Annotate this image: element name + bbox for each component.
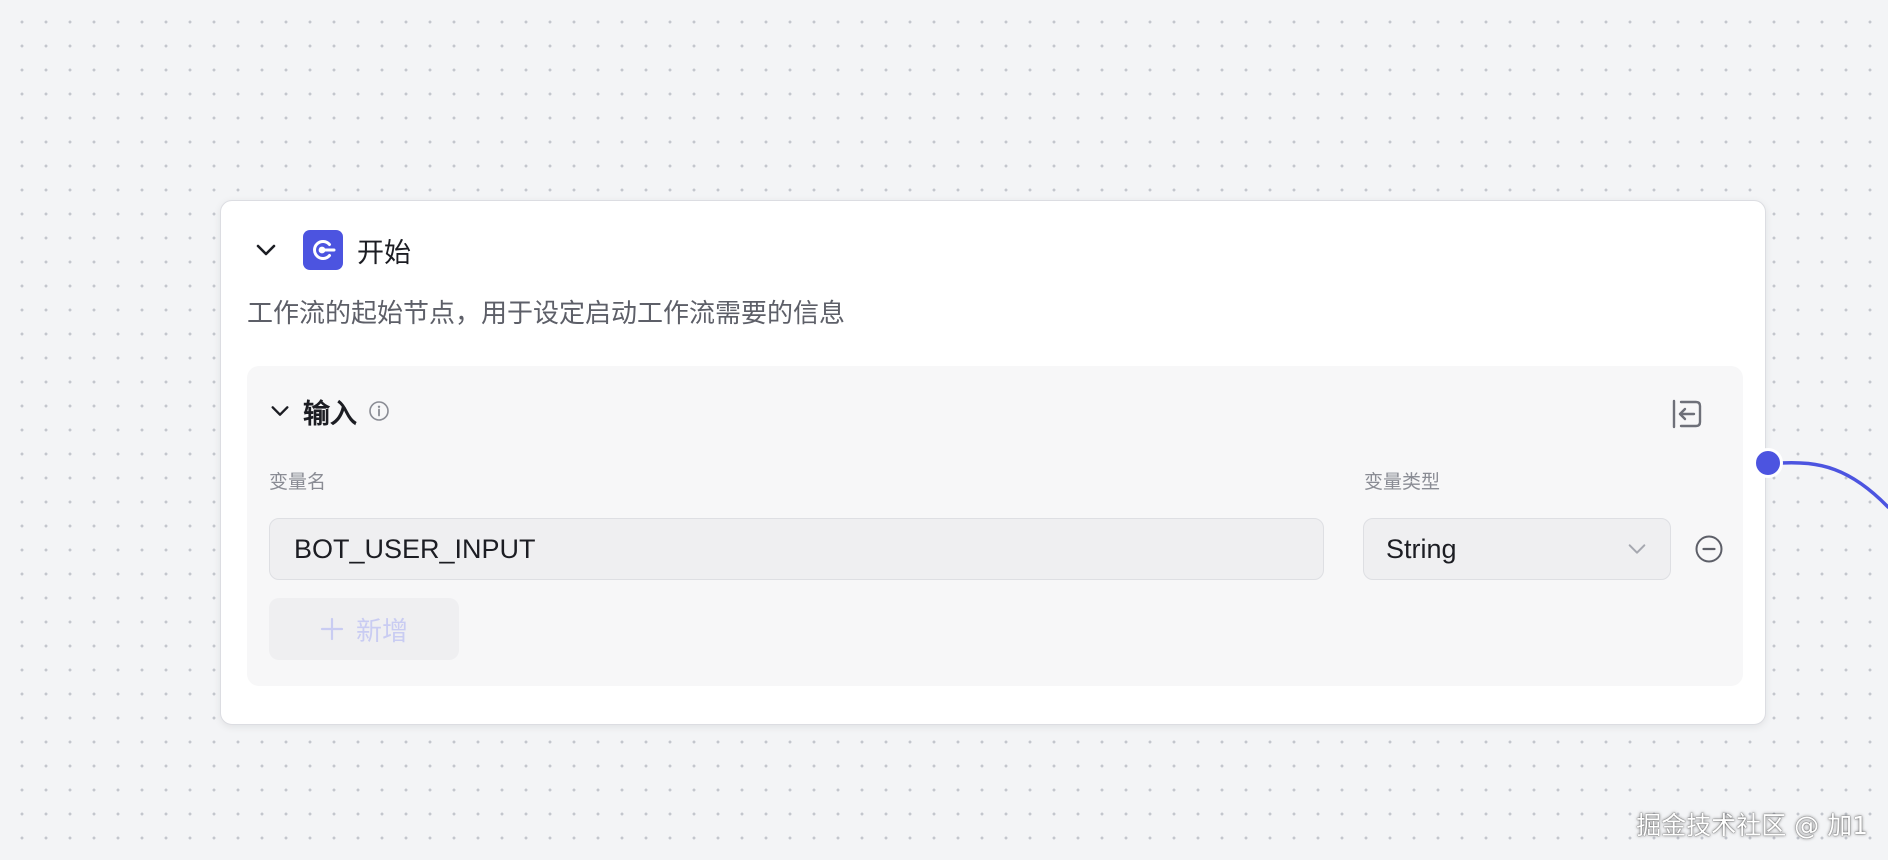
collapse-node-button[interactable] [253, 237, 279, 263]
variable-type-value: String [1386, 533, 1457, 564]
output-port[interactable] [1753, 448, 1783, 478]
info-icon[interactable] [367, 399, 391, 423]
node-title: 开始 [357, 237, 411, 269]
add-variable-button[interactable]: 新增 [269, 598, 459, 660]
connection-edge [1780, 460, 1888, 509]
variable-type-select[interactable]: String [1363, 518, 1671, 580]
minus-circle-icon [1695, 535, 1723, 563]
import-icon [1672, 399, 1702, 429]
input-section-title: 输入 [303, 398, 357, 430]
variable-name-input[interactable] [269, 518, 1324, 580]
import-variables-button[interactable] [1669, 396, 1705, 432]
chevron-down-icon [256, 244, 276, 256]
workflow-start-icon [303, 230, 343, 270]
chevron-down-icon[interactable] [269, 400, 291, 422]
variable-name-column-label: 变量名 [269, 471, 327, 493]
watermark: 掘金技术社区 @ 加1 [1636, 811, 1868, 840]
input-section: 输入 变量名 变量类型 String [247, 366, 1743, 686]
plus-icon [320, 617, 344, 641]
start-node-card[interactable]: 开始 工作流的起始节点，用于设定启动工作流需要的信息 输入 变量名 变量类型 B… [220, 200, 1766, 725]
chevron-down-icon [1628, 544, 1646, 554]
remove-variable-button[interactable] [1693, 533, 1725, 565]
variable-type-column-label: 变量类型 [1364, 471, 1441, 493]
input-section-header[interactable]: 输入 [269, 394, 391, 430]
node-description: 工作流的起始节点，用于设定启动工作流需要的信息 [247, 299, 846, 329]
add-variable-label: 新增 [355, 616, 408, 647]
node-header: 开始 [253, 230, 411, 270]
